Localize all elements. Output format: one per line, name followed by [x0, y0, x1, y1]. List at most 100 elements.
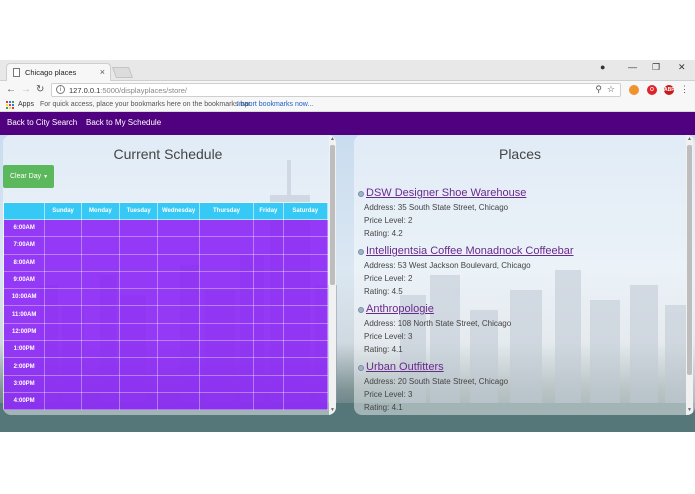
- bookmark-star-icon[interactable]: ☆: [607, 84, 615, 95]
- schedule-slot[interactable]: [198, 253, 255, 272]
- info-icon[interactable]: i: [56, 85, 65, 94]
- schedule-slot[interactable]: [119, 253, 159, 272]
- schedule-slot[interactable]: [198, 270, 255, 290]
- schedule-slot[interactable]: [282, 236, 329, 255]
- schedule-slot[interactable]: [198, 391, 255, 411]
- schedule-slot[interactable]: [157, 322, 200, 342]
- minimize-icon[interactable]: —: [628, 62, 637, 72]
- maximize-icon[interactable]: ❐: [652, 62, 660, 73]
- schedule-slot[interactable]: [119, 236, 159, 255]
- schedule-slot[interactable]: [198, 357, 255, 376]
- schedule-slot[interactable]: [282, 340, 329, 359]
- kebab-menu-icon[interactable]: ⋮: [680, 84, 689, 95]
- zoom-search-icon[interactable]: ⚲: [595, 84, 602, 95]
- forward-arrow-icon[interactable]: →: [21, 84, 31, 95]
- schedule-slot[interactable]: [44, 270, 82, 290]
- schedule-slot[interactable]: [157, 288, 200, 307]
- schedule-slot[interactable]: [157, 236, 200, 255]
- schedule-slot[interactable]: [253, 236, 284, 255]
- scrollbar-thumb[interactable]: [330, 145, 335, 285]
- back-to-my-schedule-link[interactable]: Back to My Schedule: [86, 118, 161, 127]
- schedule-slot[interactable]: [253, 357, 284, 376]
- schedule-slot[interactable]: [198, 288, 255, 307]
- schedule-slot[interactable]: [157, 253, 200, 272]
- schedule-slot[interactable]: [253, 374, 284, 393]
- place-name-link[interactable]: DSW Designer Shoe Warehouse: [366, 187, 526, 199]
- schedule-slot[interactable]: [119, 322, 159, 342]
- schedule-slot[interactable]: [253, 340, 284, 359]
- address-bar[interactable]: i 127.0.0.1:5000/displayplaces/store/ ⚲ …: [51, 83, 621, 97]
- schedule-slot[interactable]: [282, 218, 329, 238]
- scroll-down-arrow-icon[interactable]: ▼: [686, 407, 693, 413]
- schedule-slot[interactable]: [253, 270, 284, 290]
- schedule-slot[interactable]: [80, 236, 121, 255]
- schedule-slot[interactable]: [157, 374, 200, 393]
- schedule-slot[interactable]: [80, 322, 121, 342]
- schedule-slot[interactable]: [253, 218, 284, 238]
- scroll-up-arrow-icon[interactable]: ▲: [329, 136, 336, 142]
- schedule-slot[interactable]: [198, 322, 255, 342]
- profile-icon[interactable]: ●: [600, 62, 605, 72]
- schedule-slot[interactable]: [198, 305, 255, 324]
- schedule-slot[interactable]: [253, 288, 284, 307]
- opera-extension-icon[interactable]: O: [647, 85, 657, 95]
- schedule-slot[interactable]: [119, 340, 159, 359]
- place-name-link[interactable]: Intelligentsia Coffee Monadnock Coffeeba…: [366, 245, 574, 257]
- schedule-slot[interactable]: [198, 340, 255, 359]
- scroll-up-arrow-icon[interactable]: ▲: [686, 136, 693, 142]
- apps-link[interactable]: Apps: [18, 101, 34, 108]
- schedule-slot[interactable]: [80, 374, 121, 393]
- schedule-slot[interactable]: [253, 305, 284, 324]
- places-scrollbar[interactable]: ▲ ▼: [686, 135, 693, 415]
- tab-close-icon[interactable]: ×: [100, 67, 105, 77]
- schedule-slot[interactable]: [44, 236, 82, 255]
- schedule-slot[interactable]: [119, 288, 159, 307]
- schedule-slot[interactable]: [282, 357, 329, 376]
- schedule-slot[interactable]: [119, 270, 159, 290]
- schedule-slot[interactable]: [44, 374, 82, 393]
- schedule-scrollbar[interactable]: ▲ ▼: [329, 135, 336, 415]
- apps-grid-icon[interactable]: [6, 101, 14, 109]
- scrollbar-thumb[interactable]: [687, 145, 692, 375]
- schedule-slot[interactable]: [80, 288, 121, 307]
- schedule-slot[interactable]: [282, 253, 329, 272]
- orange-circle-extension-icon[interactable]: [629, 85, 639, 95]
- schedule-slot[interactable]: [282, 305, 329, 324]
- schedule-slot[interactable]: [44, 391, 82, 411]
- schedule-slot[interactable]: [282, 270, 329, 290]
- schedule-slot[interactable]: [282, 374, 329, 393]
- schedule-slot[interactable]: [119, 374, 159, 393]
- schedule-slot[interactable]: [44, 218, 82, 238]
- schedule-slot[interactable]: [253, 322, 284, 342]
- scroll-down-arrow-icon[interactable]: ▼: [329, 407, 336, 413]
- schedule-slot[interactable]: [157, 218, 200, 238]
- place-name-link[interactable]: Urban Outfitters: [366, 361, 444, 373]
- schedule-slot[interactable]: [44, 253, 82, 272]
- schedule-slot[interactable]: [198, 374, 255, 393]
- window-close-icon[interactable]: ✕: [678, 62, 686, 73]
- schedule-slot[interactable]: [80, 270, 121, 290]
- schedule-slot[interactable]: [80, 305, 121, 324]
- schedule-slot[interactable]: [119, 391, 159, 411]
- schedule-slot[interactable]: [198, 218, 255, 238]
- schedule-slot[interactable]: [282, 322, 329, 342]
- schedule-slot[interactable]: [44, 288, 82, 307]
- schedule-slot[interactable]: [80, 340, 121, 359]
- schedule-slot[interactable]: [157, 357, 200, 376]
- schedule-slot[interactable]: [157, 270, 200, 290]
- schedule-slot[interactable]: [157, 391, 200, 411]
- schedule-slot[interactable]: [80, 391, 121, 411]
- schedule-slot[interactable]: [282, 288, 329, 307]
- adblock-extension-icon[interactable]: ABP: [664, 85, 675, 95]
- place-name-link[interactable]: Anthropologie: [366, 303, 434, 315]
- schedule-slot[interactable]: [119, 357, 159, 376]
- schedule-slot[interactable]: [157, 340, 200, 359]
- reload-icon[interactable]: ↻: [36, 84, 44, 95]
- browser-tab[interactable]: Chicago places ×: [6, 63, 111, 81]
- schedule-slot[interactable]: [198, 236, 255, 255]
- schedule-slot[interactable]: [80, 218, 121, 238]
- schedule-slot[interactable]: [119, 218, 159, 238]
- new-tab-button[interactable]: [111, 67, 134, 78]
- schedule-slot[interactable]: [253, 391, 284, 411]
- schedule-slot[interactable]: [44, 322, 82, 342]
